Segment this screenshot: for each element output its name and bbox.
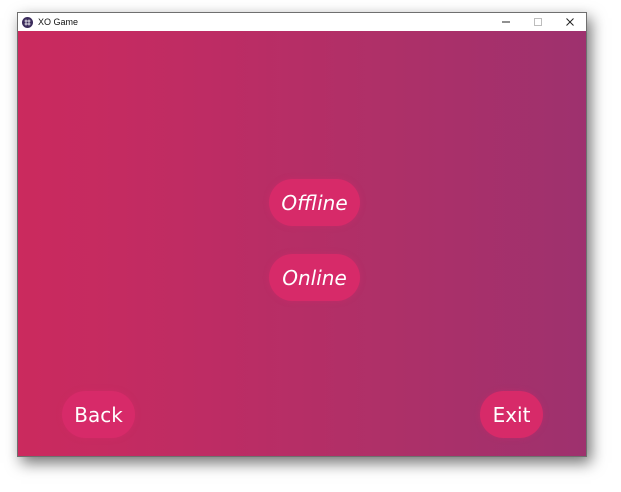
- app-window: XO Game Offline Online Back Exit: [17, 12, 587, 457]
- game-menu: Offline Online Back Exit: [18, 31, 586, 456]
- minimize-button[interactable]: [490, 13, 522, 31]
- maximize-icon: [534, 18, 542, 26]
- back-label: Back: [74, 402, 123, 427]
- online-button[interactable]: Online: [269, 254, 360, 301]
- close-button[interactable]: [554, 13, 586, 31]
- screen: XO Game Offline Online Back Exit: [0, 0, 621, 492]
- title-bar[interactable]: XO Game: [18, 13, 586, 31]
- back-button[interactable]: Back: [62, 391, 135, 438]
- app-icon: [22, 16, 33, 28]
- exit-label: Exit: [492, 402, 531, 427]
- exit-button[interactable]: Exit: [480, 391, 543, 438]
- offline-label: Offline: [281, 190, 348, 215]
- minimize-icon: [502, 21, 510, 23]
- window-controls: [490, 13, 586, 31]
- close-icon: [566, 18, 574, 26]
- online-label: Online: [282, 265, 347, 290]
- offline-button[interactable]: Offline: [269, 179, 360, 226]
- window-title: XO Game: [38, 17, 79, 27]
- maximize-button[interactable]: [522, 13, 554, 31]
